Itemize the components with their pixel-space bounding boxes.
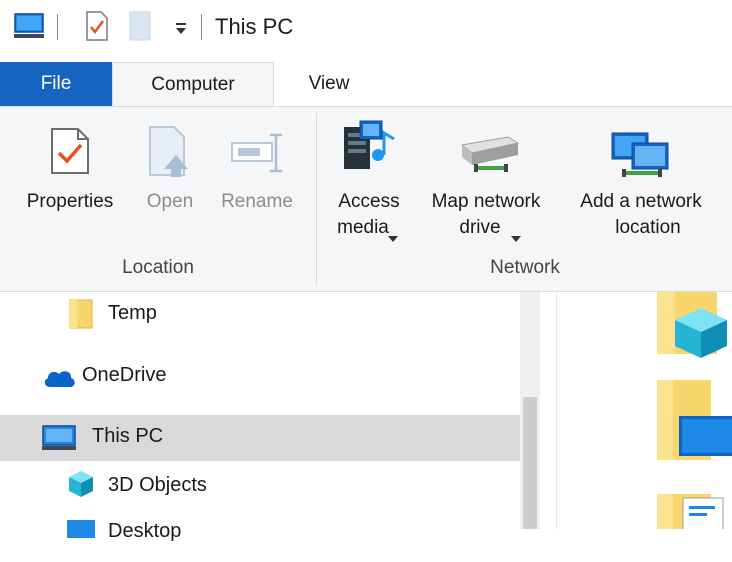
separator [57, 14, 58, 40]
properties-label: Properties [26, 191, 114, 212]
map-network-drive-label-line2: drive [459, 217, 501, 238]
ribbon-tabs: File Computer View [0, 62, 732, 107]
dropdown-arrow-icon [511, 225, 521, 249]
nav-item-label: Temp [108, 302, 157, 324]
nav-item-onedrive[interactable]: OneDrive [0, 354, 520, 400]
network-drive-icon [458, 133, 520, 180]
nav-item-3d-objects[interactable]: 3D Objects [0, 464, 520, 510]
network-group-label: Network [490, 257, 560, 278]
rename-button[interactable]: Rename [212, 107, 302, 247]
window-title: This PC [215, 14, 294, 39]
nav-item-label: Desktop [108, 520, 182, 542]
cloud-icon [42, 368, 76, 393]
customize-dropdown-icon[interactable] [174, 22, 188, 40]
ribbon: Properties Open Rename Location Access m… [0, 106, 732, 292]
network-location-icon [610, 131, 672, 186]
location-group-label: Location [122, 257, 194, 278]
nav-item-temp[interactable]: Temp [0, 292, 520, 338]
nav-item-label: 3D Objects [108, 474, 207, 496]
cube-icon [68, 470, 94, 503]
title-bar: This PC [0, 0, 732, 62]
open-button[interactable]: Open [132, 107, 208, 247]
nav-item-this-pc[interactable]: This PC [0, 415, 520, 461]
map-network-drive-label-line1: Map network [431, 191, 541, 212]
group-separator [316, 113, 317, 285]
media-server-icon [342, 117, 398, 180]
map-network-drive-button[interactable]: Map network drive [416, 107, 556, 247]
dropdown-arrow-icon [388, 225, 398, 249]
folder-icon [68, 298, 94, 335]
nav-item-desktop[interactable]: Desktop [0, 516, 520, 562]
desktop-icon [66, 519, 96, 544]
separator [201, 14, 202, 40]
access-media-label-line1: Access [338, 191, 400, 212]
nav-item-label: OneDrive [82, 364, 167, 386]
add-network-location-label-line1: Add a network [580, 191, 702, 212]
navigation-pane: Temp OneDrive This PC 3D Objects Desktop [0, 292, 540, 542]
desktop-folder-icon[interactable] [657, 380, 732, 467]
tab-computer[interactable]: Computer [112, 62, 274, 107]
computer-icon[interactable] [14, 13, 44, 44]
properties-icon [50, 127, 90, 182]
tab-file[interactable]: File [0, 62, 112, 106]
scrollbar-thumb[interactable] [523, 397, 537, 529]
nav-scrollbar[interactable] [520, 292, 540, 529]
documents-folder-icon[interactable] [657, 494, 732, 529]
tab-view[interactable]: View [274, 62, 384, 106]
content-pane [557, 292, 732, 529]
open-label: Open [146, 191, 194, 212]
properties-icon[interactable] [86, 11, 108, 46]
rename-icon [230, 133, 286, 180]
rename-label: Rename [221, 191, 293, 212]
open-icon [148, 125, 194, 184]
properties-button[interactable]: Properties [14, 107, 126, 247]
access-media-button[interactable]: Access media [326, 107, 412, 247]
3d-objects-folder-icon[interactable] [657, 292, 732, 363]
new-folder-icon[interactable] [128, 11, 152, 46]
computer-icon [42, 425, 76, 456]
nav-item-label: This PC [92, 425, 164, 447]
add-network-location-button[interactable]: Add a network location [562, 107, 720, 247]
add-network-location-label-line2: location [615, 217, 681, 238]
